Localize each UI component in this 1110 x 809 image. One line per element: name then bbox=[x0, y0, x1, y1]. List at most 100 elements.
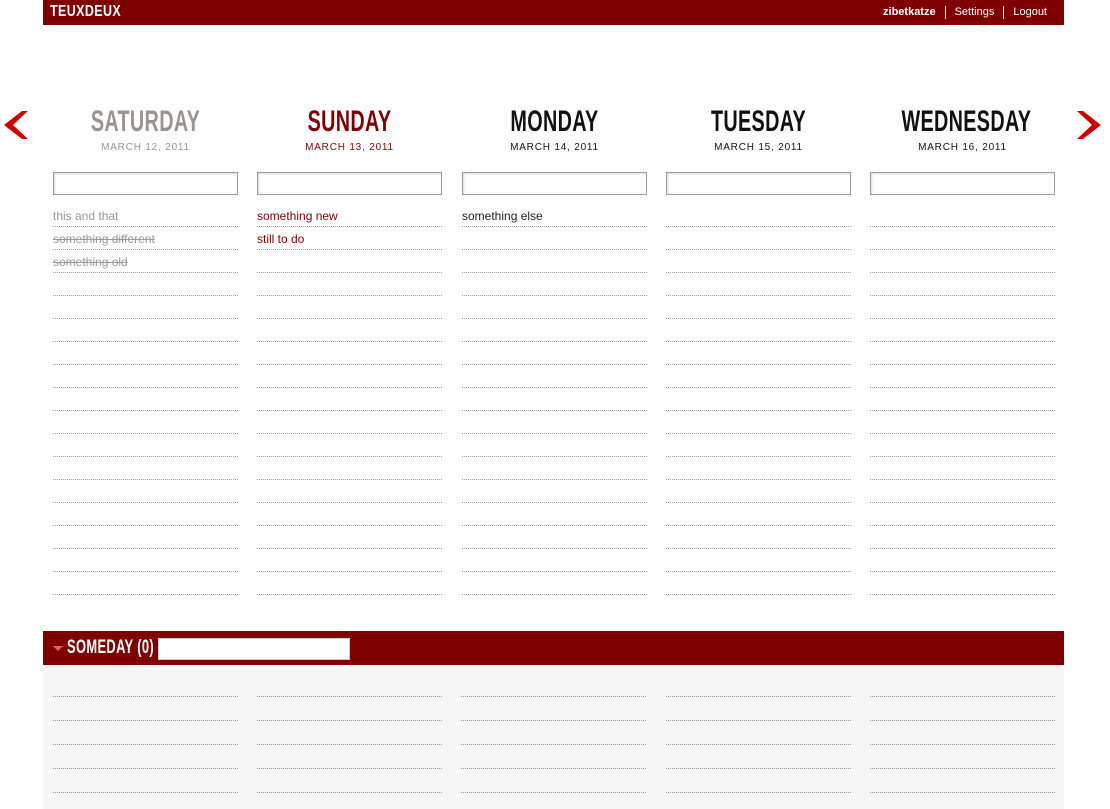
empty-todo-line bbox=[870, 250, 1055, 273]
someday-title[interactable]: SOMEDAY (0) bbox=[67, 637, 154, 659]
empty-todo-line bbox=[666, 273, 851, 296]
logout-link[interactable]: Logout bbox=[1003, 6, 1056, 19]
triangle-down-icon[interactable] bbox=[53, 646, 63, 651]
someday-column bbox=[53, 673, 238, 793]
empty-todo-line bbox=[462, 503, 647, 526]
empty-someday-line bbox=[53, 673, 238, 697]
day-column-monday: MONDAY MARCH 14, 2011 something else bbox=[462, 100, 647, 620]
todo-item[interactable]: something new bbox=[257, 204, 442, 227]
empty-todo-line bbox=[666, 204, 851, 227]
empty-someday-line bbox=[53, 769, 238, 793]
empty-todo-line bbox=[257, 503, 442, 526]
empty-todo-line bbox=[53, 342, 238, 365]
user-nav: zibetkatze Settings Logout bbox=[874, 6, 1056, 19]
empty-todo-line bbox=[53, 457, 238, 480]
empty-todo-line bbox=[257, 250, 442, 273]
someday-bar: SOMEDAY (0) bbox=[43, 631, 1064, 665]
prev-days-button[interactable] bbox=[0, 109, 30, 141]
empty-todo-line bbox=[870, 457, 1055, 480]
empty-todo-line bbox=[257, 526, 442, 549]
empty-todo-line bbox=[666, 296, 851, 319]
empty-todo-line bbox=[462, 388, 647, 411]
new-todo-input[interactable] bbox=[870, 172, 1055, 195]
empty-someday-line bbox=[257, 673, 442, 697]
empty-todo-line bbox=[666, 319, 851, 342]
new-todo-input[interactable] bbox=[462, 172, 647, 195]
day-name: TUESDAY bbox=[710, 105, 807, 138]
empty-todo-line bbox=[462, 365, 647, 388]
empty-todo-line bbox=[666, 365, 851, 388]
empty-someday-line bbox=[666, 721, 851, 745]
empty-someday-line bbox=[870, 745, 1055, 769]
next-days-button[interactable] bbox=[1075, 109, 1105, 141]
settings-link[interactable]: Settings bbox=[944, 6, 1004, 19]
empty-todo-line bbox=[462, 480, 647, 503]
empty-todo-line bbox=[257, 342, 442, 365]
empty-todo-line bbox=[666, 457, 851, 480]
empty-todo-line bbox=[462, 434, 647, 457]
empty-todo-line bbox=[666, 250, 851, 273]
empty-someday-line bbox=[53, 721, 238, 745]
todo-item[interactable]: something old bbox=[53, 250, 238, 273]
empty-todo-line bbox=[462, 526, 647, 549]
empty-someday-line bbox=[870, 769, 1055, 793]
day-date: MARCH 14, 2011 bbox=[510, 142, 599, 153]
todo-list bbox=[870, 204, 1055, 595]
empty-todo-line bbox=[870, 342, 1055, 365]
todo-item[interactable]: this and that bbox=[53, 204, 238, 227]
empty-todo-line bbox=[666, 480, 851, 503]
day-date: MARCH 16, 2011 bbox=[918, 142, 1007, 153]
empty-todo-line bbox=[666, 526, 851, 549]
empty-todo-line bbox=[666, 342, 851, 365]
todo-item[interactable]: still to do bbox=[257, 227, 442, 250]
empty-todo-line bbox=[462, 250, 647, 273]
day-column-saturday: SATURDAY MARCH 12, 2011 this and that somet… bbox=[53, 100, 238, 620]
top-bar: TEUXDEUX zibetkatze Settings Logout bbox=[43, 0, 1064, 25]
empty-todo-line bbox=[53, 526, 238, 549]
empty-todo-line bbox=[870, 526, 1055, 549]
todo-list bbox=[666, 204, 851, 595]
empty-todo-line bbox=[666, 434, 851, 457]
empty-todo-line bbox=[462, 411, 647, 434]
empty-todo-line bbox=[462, 457, 647, 480]
empty-todo-line bbox=[870, 365, 1055, 388]
empty-todo-line bbox=[257, 572, 442, 595]
todo-item[interactable]: something different bbox=[53, 227, 238, 250]
someday-column bbox=[461, 673, 646, 793]
chevron-left-icon bbox=[4, 111, 28, 139]
empty-someday-line bbox=[461, 721, 646, 745]
empty-someday-line bbox=[666, 673, 851, 697]
empty-someday-line bbox=[257, 697, 442, 721]
day-name: WEDNESDAY bbox=[901, 105, 1032, 138]
new-todo-input[interactable] bbox=[257, 172, 442, 195]
someday-column bbox=[666, 673, 851, 793]
todo-item[interactable]: something else bbox=[462, 204, 647, 227]
empty-todo-line bbox=[462, 227, 647, 250]
empty-todo-line bbox=[666, 572, 851, 595]
empty-todo-line bbox=[53, 365, 238, 388]
empty-someday-line bbox=[257, 745, 442, 769]
new-todo-input[interactable] bbox=[53, 172, 238, 195]
todo-list: something new still to do bbox=[257, 204, 442, 595]
empty-todo-line bbox=[257, 549, 442, 572]
empty-todo-line bbox=[53, 572, 238, 595]
new-todo-input[interactable] bbox=[666, 172, 851, 195]
empty-todo-line bbox=[870, 388, 1055, 411]
empty-todo-line bbox=[462, 572, 647, 595]
day-date: MARCH 12, 2011 bbox=[101, 142, 190, 153]
empty-someday-line bbox=[461, 673, 646, 697]
empty-todo-line bbox=[462, 296, 647, 319]
empty-someday-line bbox=[53, 745, 238, 769]
empty-todo-line bbox=[666, 503, 851, 526]
day-column-wednesday: WEDNESDAY MARCH 16, 2011 bbox=[870, 100, 1055, 620]
empty-todo-line bbox=[870, 411, 1055, 434]
someday-input[interactable] bbox=[158, 638, 350, 660]
empty-someday-line bbox=[461, 745, 646, 769]
empty-todo-line bbox=[870, 549, 1055, 572]
empty-todo-line bbox=[870, 319, 1055, 342]
day-name: SUNDAY bbox=[307, 105, 392, 138]
app-logo[interactable]: TEUXDEUX bbox=[50, 3, 121, 21]
empty-todo-line bbox=[257, 296, 442, 319]
empty-someday-line bbox=[870, 697, 1055, 721]
empty-todo-line bbox=[53, 549, 238, 572]
